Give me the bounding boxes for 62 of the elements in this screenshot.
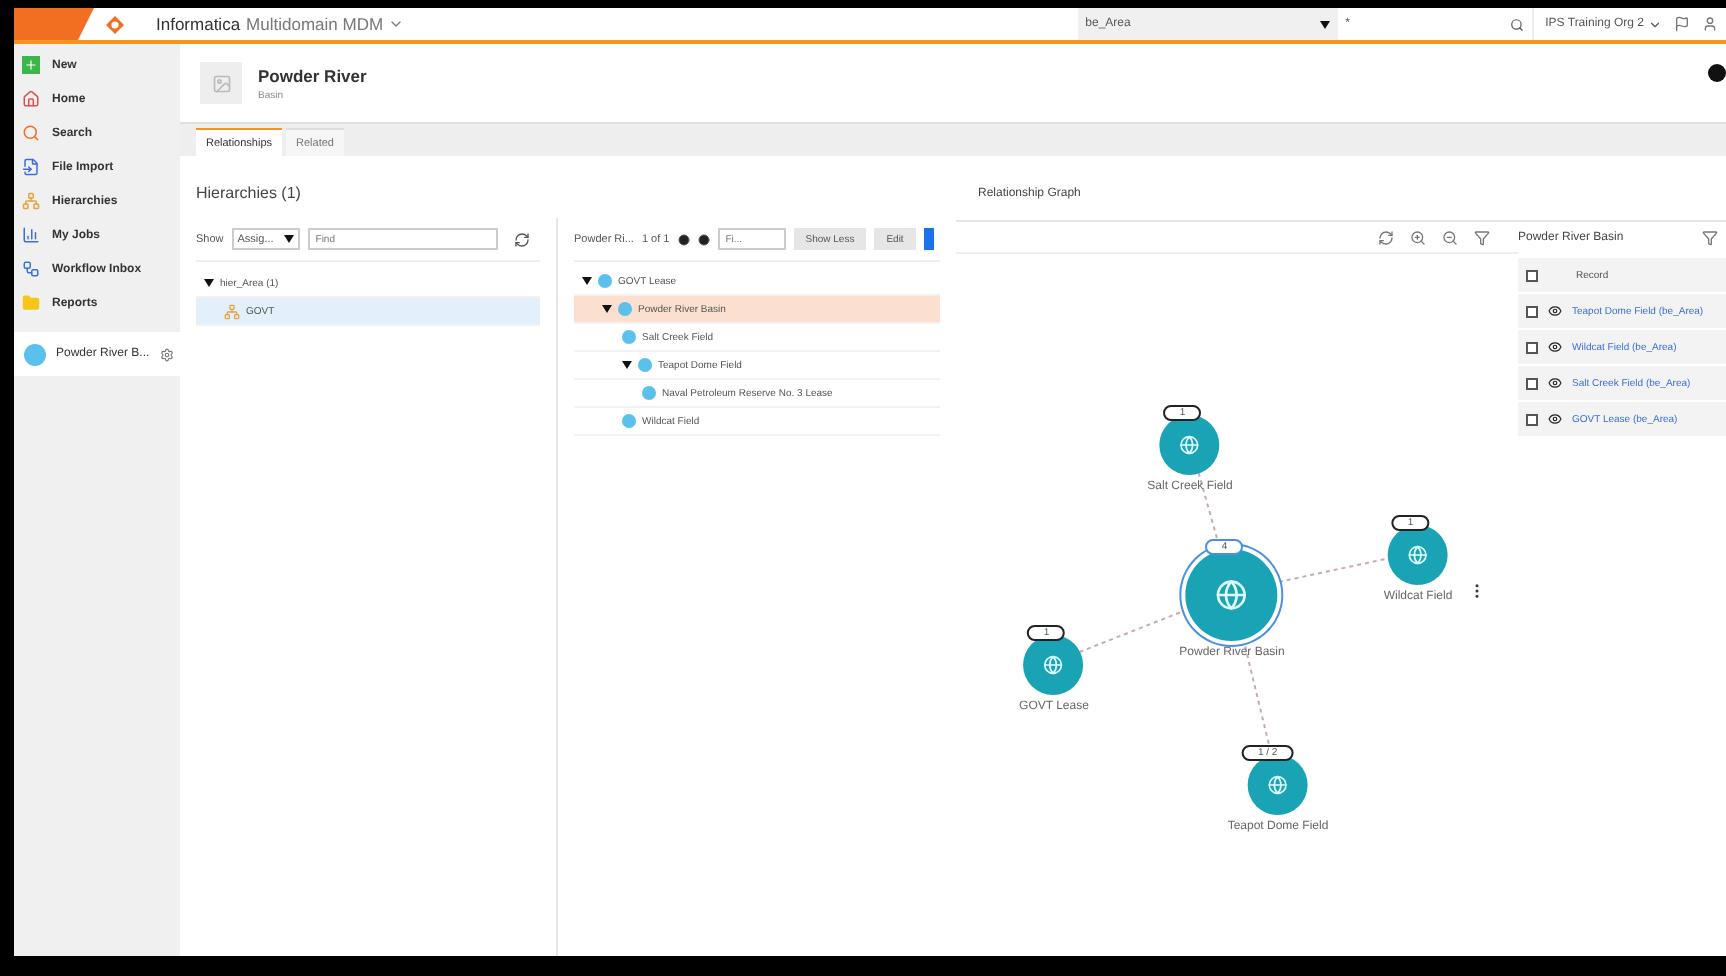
logo-stripe — [14, 8, 94, 40]
checkbox[interactable] — [1526, 305, 1538, 317]
caret-icon[interactable] — [602, 304, 612, 314]
chevron-down-icon — [1648, 17, 1662, 31]
caret-icon[interactable] — [622, 360, 632, 370]
graph-node[interactable] — [1160, 415, 1220, 475]
hierarchy-icon — [224, 303, 240, 319]
checkbox[interactable] — [1526, 341, 1538, 353]
hierarchy-icon — [22, 192, 40, 210]
app-switcher[interactable]: Multidomain MDM — [246, 14, 404, 34]
node-dot-icon — [598, 274, 612, 288]
settings-icon — [159, 347, 174, 361]
globe-icon — [1044, 655, 1064, 675]
node-dot-icon — [642, 386, 656, 400]
globe-icon — [1268, 775, 1288, 795]
graph-node[interactable] — [1024, 635, 1084, 695]
eye-icon[interactable] — [1548, 304, 1562, 318]
toolbar-button[interactable] — [923, 228, 934, 250]
eye-icon[interactable] — [1548, 412, 1562, 426]
caret-icon — [283, 234, 294, 244]
logo-icon — [106, 15, 124, 33]
jobs-icon — [22, 226, 40, 244]
import-icon — [22, 158, 40, 176]
eye-icon[interactable] — [1548, 340, 1562, 354]
globe-icon — [1180, 435, 1200, 455]
brand-name: Informatica — [156, 14, 241, 34]
image-placeholder — [200, 62, 242, 104]
zoom-out-icon[interactable] — [1442, 229, 1458, 245]
chevron-down-icon — [387, 16, 404, 32]
flag-icon[interactable] — [1674, 16, 1690, 32]
caret-icon[interactable] — [582, 276, 592, 286]
node-dot-icon — [622, 330, 636, 344]
search-icon — [22, 124, 40, 142]
checkbox[interactable] — [1526, 269, 1538, 281]
graph-node[interactable] — [1248, 755, 1308, 815]
home-icon — [22, 90, 40, 108]
filter-icon[interactable] — [1474, 229, 1490, 245]
status-dot-icon — [1708, 64, 1726, 82]
caret-icon[interactable] — [204, 278, 214, 288]
filter-icon[interactable] — [1702, 230, 1718, 246]
node-dot-icon — [622, 414, 636, 428]
caret-icon — [1319, 19, 1330, 29]
refresh-icon[interactable] — [1378, 229, 1394, 245]
record-dot-icon — [24, 343, 46, 365]
globe-icon — [1408, 545, 1428, 565]
graph-node[interactable] — [1388, 525, 1448, 585]
eye-icon[interactable] — [1548, 376, 1562, 390]
section-title: Hierarchies (1) — [194, 182, 303, 206]
graph-node[interactable] — [1186, 549, 1278, 641]
record-title: Powder River — [258, 65, 367, 85]
reports-icon — [22, 294, 40, 312]
checkbox[interactable] — [1526, 377, 1538, 389]
search-icon — [1509, 17, 1524, 31]
user-icon[interactable] — [1702, 16, 1718, 32]
node-dot-icon — [638, 358, 652, 372]
refresh-icon[interactable] — [513, 231, 530, 247]
node-dot-icon — [618, 302, 632, 316]
checkbox[interactable] — [1526, 413, 1538, 425]
zoom-in-icon[interactable] — [1410, 229, 1426, 245]
globe-icon — [1216, 579, 1248, 611]
workflow-icon — [22, 260, 40, 278]
plus-icon — [22, 56, 40, 74]
